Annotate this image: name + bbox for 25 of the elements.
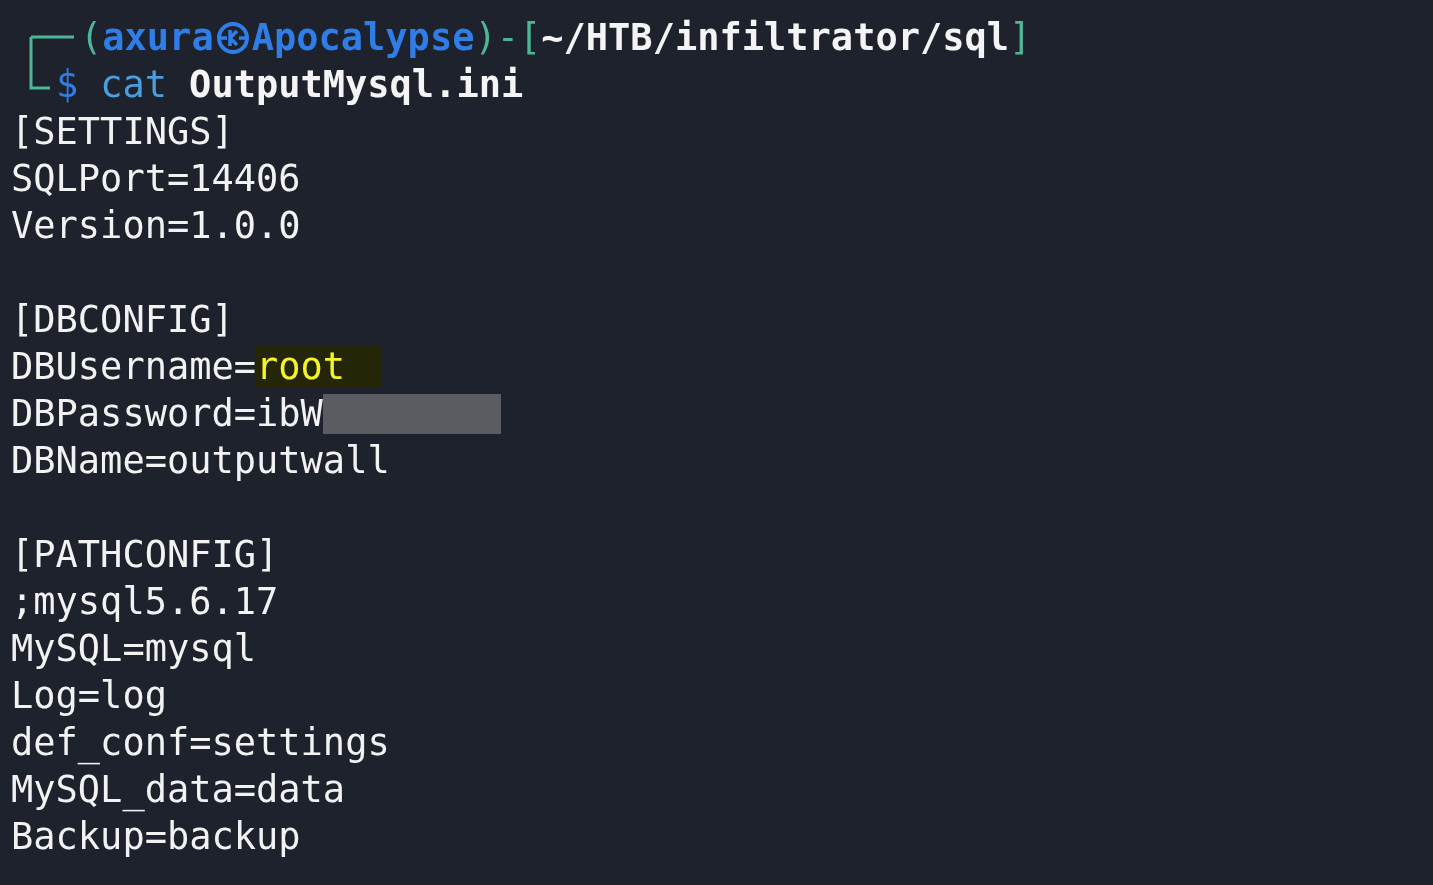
prompt-host: Apocalypse [251,16,475,59]
output-line: [PATHCONFIG] [11,533,279,576]
output-line: DBUsername= [11,345,257,388]
output-line: Backup=backup [11,815,301,858]
output-line: Log=log [11,674,167,717]
prompt-user: axura [102,16,214,59]
output-line: def_conf=settings [11,721,390,764]
logo-icon [215,20,250,55]
highlighted-value: root [256,345,382,388]
command-name: cat [100,63,168,106]
output-line: [SETTINGS] [11,110,234,153]
prompt-symbol: $ [56,63,79,106]
prompt-separator: )-[ [474,16,542,59]
prompt-bracket: ] [1009,16,1032,59]
output-line: DBPassword=ibW [11,392,323,435]
output-line: DBName=outputwall [11,439,390,482]
prompt-path: ~/HTB/infiltrator/sql [541,16,1010,59]
prompt-paren: ( [80,16,103,59]
command-argument: OutputMysql.ini [189,63,524,106]
output-line: ;mysql5.6.17 [11,580,279,623]
output-line: SQLPort=14406 [11,157,301,200]
output-line: Version=1.0.0 [11,204,301,247]
output-line: MySQL=mysql [11,627,257,670]
output-line: [DBCONFIG] [11,298,234,341]
output-line: MySQL_data=data [11,768,346,811]
